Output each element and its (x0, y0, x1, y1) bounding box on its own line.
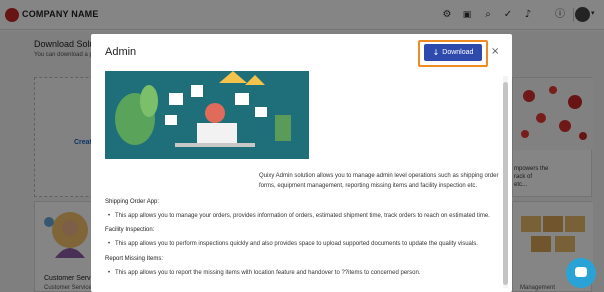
section-bullet-shipping: This app allows you to manage your order… (108, 213, 490, 219)
download-button[interactable]: ↓ Download (424, 44, 482, 61)
section-heading-shipping: Shipping Order App: (105, 199, 160, 205)
section-heading-missing: Report Missing Items: (105, 256, 164, 262)
download-arrow-icon: ↓ (432, 48, 440, 57)
modal-title: Admin (105, 46, 137, 58)
modal-description: Quixy Admin solution allows you to manag… (259, 173, 499, 189)
close-icon[interactable]: × (491, 46, 499, 57)
section-bullet-missing: This app allows you to report the missin… (108, 270, 420, 276)
section-heading-facility: Facility Inspection: (105, 227, 155, 233)
chat-widget-button[interactable] (566, 258, 596, 288)
admin-modal: Admin ↓ Download × Quixy Admin solution … (91, 34, 512, 292)
modal-scrollbar-thumb[interactable] (503, 82, 508, 285)
download-label: Download (442, 49, 474, 56)
section-bullet-facility: This app allows you to perform inspectio… (108, 241, 478, 247)
admin-banner-illustration (105, 71, 309, 159)
